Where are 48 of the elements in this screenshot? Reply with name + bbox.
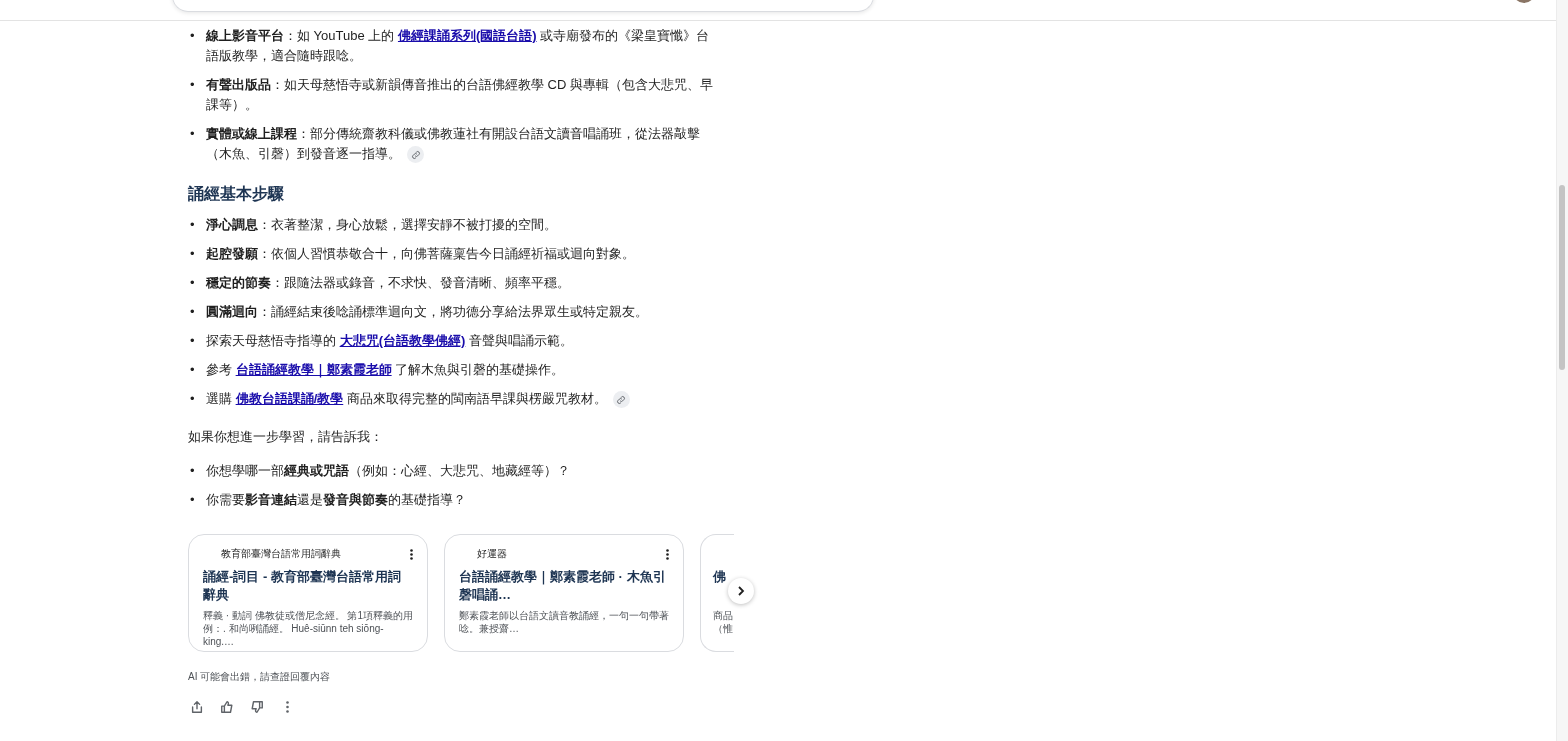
card-snippet: 釋義 · 動詞 佛教徒或僧尼念經。 第1項釋義的用例：. 和尚咧誦經。 Huê-siūnn teh siōng-king.…	[203, 609, 413, 648]
list-item-text: 穩定的節奏：跟隨法器或錄音，不求快、發音清晰、頻率平穩。	[206, 274, 570, 292]
list-item-text: 淨心調息：衣著整潔，身心放鬆，選擇安靜不被打擾的空間。	[206, 216, 557, 234]
section-heading: 誦經基本步驟	[188, 184, 285, 204]
list-item-text: 你需要影音連結還是發音與節奏的基礎指導？	[206, 491, 466, 509]
link[interactable]: 台語誦經教學｜鄭素霞老師	[235, 362, 392, 377]
link[interactable]: 大悲咒(台語教學佛經)	[339, 333, 466, 348]
source-name: 好運器	[477, 547, 507, 561]
bullet: •	[189, 274, 196, 292]
bullet: •	[189, 216, 196, 234]
bullet: •	[189, 245, 196, 263]
link-icon[interactable]	[407, 146, 424, 164]
more-icon[interactable]	[410, 548, 413, 560]
card-title: 佛	[713, 568, 727, 586]
card-snippet: 商品（惟	[713, 609, 733, 635]
bullet: •	[189, 332, 196, 350]
list-item-text: 線上影音平台：如 YouTube 上的 佛經課誦系列(國語台語) 或寺廟發布的《梁皇寶懺》台語版教學，適合隨時跟唸。	[206, 27, 711, 65]
card-title: 誦經-詞目 - 教育部臺灣台語常用詞辭典	[203, 568, 402, 604]
list-item-text: 探索天母慈悟寺指導的 大悲咒(台語教學佛經) 音聲與唱誦示範。	[206, 332, 573, 350]
list-item-text: 有聲出版品：如天母慈悟寺或新韻傳音推出的台語佛經教學 CD 與專輯（包含大悲咒、早課等）。	[206, 76, 714, 114]
bullet: •	[189, 462, 196, 480]
link[interactable]: 佛教台語課誦/教學	[235, 391, 344, 406]
bullet: •	[189, 27, 196, 45]
list-item-text: 你想學哪一部經典或咒語（例如：心經、大悲咒、地藏經等）？	[206, 462, 570, 480]
bullet: •	[189, 361, 196, 379]
list-item-text: 圓滿迴向：誦經結束後唸誦標準迴向文，將功德分享給法界眾生或特定親友。	[206, 303, 648, 321]
next-button[interactable]	[728, 578, 754, 604]
more-icon	[285, 701, 289, 713]
card-snippet: 鄭素霞老師以台語文讀音教誦經，一句一句帶著唸。兼授齋…	[459, 609, 669, 635]
list-item-text: 參考 台語誦經教學｜鄭素霞老師 了解木魚與引磬的基礎操作。	[206, 361, 565, 380]
list-item-text: 起腔發願：依個人習慣恭敬合十，向佛菩薩稟告今日誦經祈福或迴向對象。	[206, 245, 635, 263]
list-item-text: 實體或線上課程：部分傳統齋教科儀或佛教蓮社有開設台語文讀音唱誦班，從法器敲擊（木魚、引磬）到發音逐一指導。	[206, 124, 716, 164]
card-title: 台語誦經教學｜鄭素霞老師 · 木魚引磬唱誦…	[459, 568, 667, 604]
bullet: •	[189, 491, 196, 509]
source-card[interactable]: 好運器 台語誦經教學｜鄭素霞老師 · 木魚引磬唱誦… 鄭素霞老師以台語文讀音教誦經，一句一句帶著唸。兼授齋…	[444, 534, 684, 652]
paragraph: 如果你想進一步學習，請告訴我：	[188, 428, 384, 446]
bullet: •	[189, 125, 196, 143]
link[interactable]: 佛經課誦系列(國語台語)	[397, 28, 537, 43]
bullet: •	[189, 303, 196, 321]
bullet: •	[189, 390, 196, 408]
source-card[interactable]: 教育部臺灣台語常用詞辭典 誦經-詞目 - 教育部臺灣台語常用詞辭典 釋義 · 動詞 佛教徒或僧尼念經。 第1項釋義的用例：. 和尚咧誦經。 Huê-siūnn teh siōng-king.…	[188, 534, 428, 652]
chevron-right-icon	[735, 585, 747, 597]
bullet: •	[189, 76, 196, 94]
disclaimer: AI 可能會出錯，請查證回覆內容	[188, 670, 332, 684]
link-icon[interactable]	[612, 391, 630, 409]
list-item-text: 選購 佛教台語課誦/教學 商品來取得完整的閩南語早課與楞嚴咒教材。	[206, 389, 630, 409]
more-icon[interactable]	[666, 548, 669, 560]
source-name: 教育部臺灣台語常用詞辭典	[221, 547, 341, 561]
